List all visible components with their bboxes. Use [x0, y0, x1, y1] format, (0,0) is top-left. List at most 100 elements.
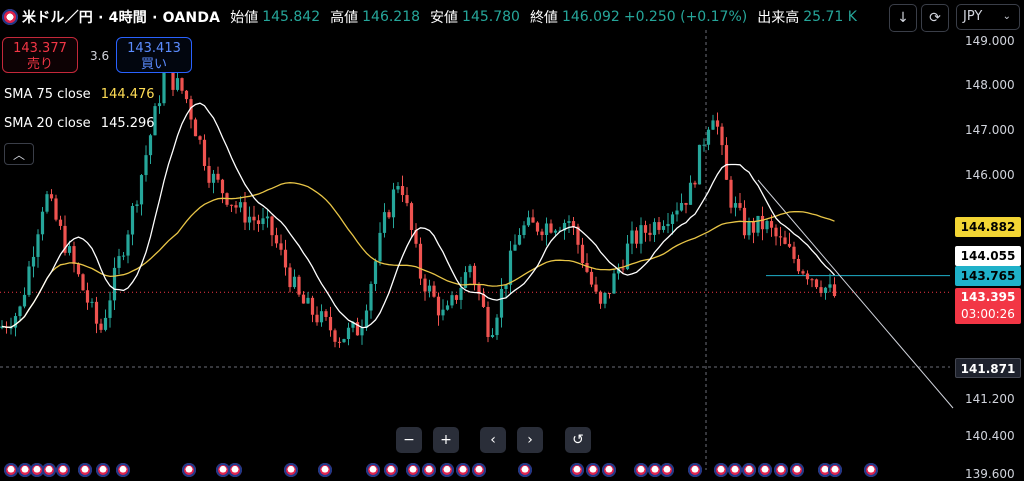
- zoom-out-button[interactable]: −: [396, 427, 422, 453]
- candle-body: [769, 221, 774, 228]
- high-value: 146.218: [362, 9, 421, 25]
- candle-body: [103, 317, 108, 330]
- candle-body: [58, 219, 63, 226]
- scroll-left-button[interactable]: ‹: [480, 427, 506, 453]
- candle-body: [805, 273, 810, 280]
- candle-body: [427, 285, 432, 292]
- symbol-title[interactable]: 米ドル／円 · 4時間 · OANDA: [22, 7, 220, 27]
- zoom-in-button[interactable]: +: [433, 427, 459, 453]
- economic-event-icon[interactable]: [366, 463, 380, 477]
- sell-price: 143.377: [13, 41, 67, 56]
- candle-body: [216, 173, 220, 180]
- candle-body: [405, 195, 409, 204]
- candle-body: [544, 223, 549, 236]
- candle-body: [247, 216, 252, 223]
- candle-body: [31, 256, 36, 267]
- economic-event-icon[interactable]: [634, 463, 648, 477]
- economic-event-icon[interactable]: [422, 463, 436, 477]
- candle-body: [495, 317, 499, 336]
- economic-event-icon[interactable]: [688, 463, 702, 477]
- download-button[interactable]: ↓: [889, 4, 917, 32]
- candle-body: [747, 221, 751, 236]
- candle-body: [279, 243, 283, 250]
- economic-event-icon[interactable]: [602, 463, 616, 477]
- economic-event-icon[interactable]: [758, 463, 772, 477]
- candle-body: [292, 276, 297, 288]
- candle-body: [783, 237, 787, 244]
- candle-body: [733, 203, 738, 208]
- candle-body: [121, 255, 126, 257]
- economic-event-icon[interactable]: [318, 463, 332, 477]
- economic-event-icon[interactable]: [406, 463, 420, 477]
- candle-body: [369, 283, 373, 311]
- candle-body: [675, 210, 679, 215]
- candle-body: [441, 309, 445, 316]
- sma75-value: 144.476: [100, 87, 155, 102]
- candle-body: [756, 215, 760, 233]
- economic-event-icon[interactable]: [742, 463, 756, 477]
- candle-body: [450, 295, 454, 306]
- sell-button[interactable]: 143.377 売り: [2, 37, 78, 73]
- economic-event-icon[interactable]: [56, 463, 70, 477]
- sma20-legend[interactable]: SMA 20 close 145.296: [4, 116, 155, 131]
- collapse-legend-button[interactable]: ︿: [4, 143, 34, 165]
- economic-event-icon[interactable]: [456, 463, 470, 477]
- candle-body: [382, 212, 387, 233]
- scroll-right-button[interactable]: ›: [517, 427, 543, 453]
- economic-event-icon[interactable]: [440, 463, 454, 477]
- economic-event-icon[interactable]: [42, 463, 56, 477]
- candle-body: [679, 202, 684, 211]
- candle-body: [72, 246, 76, 264]
- economic-event-icon[interactable]: [284, 463, 298, 477]
- refresh-button[interactable]: ⟳: [921, 4, 949, 32]
- economic-event-icon[interactable]: [570, 463, 584, 477]
- economic-event-icon[interactable]: [714, 463, 728, 477]
- crosshair-price-tag: 141.871: [955, 358, 1021, 378]
- economic-event-icon[interactable]: [472, 463, 486, 477]
- economic-event-icon[interactable]: [660, 463, 674, 477]
- economic-event-icon[interactable]: [116, 463, 130, 477]
- sma75-legend[interactable]: SMA 75 close 144.476: [4, 87, 155, 102]
- candle-body: [486, 306, 490, 337]
- volume-label: 出来高: [757, 10, 800, 26]
- candle-body: [832, 284, 837, 297]
- chevron-down-icon: ⌄: [1002, 11, 1011, 22]
- economic-event-icon[interactable]: [774, 463, 788, 477]
- economic-event-icon[interactable]: [4, 463, 18, 477]
- economic-event-icon[interactable]: [384, 463, 398, 477]
- economic-event-icon[interactable]: [228, 463, 242, 477]
- candle-body: [81, 274, 85, 291]
- candle-body: [639, 225, 643, 244]
- economic-event-icon[interactable]: [790, 463, 804, 477]
- buy-button[interactable]: 143.413 買い: [116, 37, 192, 73]
- candle-body: [99, 323, 103, 330]
- candle-body: [148, 135, 153, 156]
- candle-body: [666, 223, 670, 227]
- candle-body: [490, 335, 495, 337]
- economic-event-icon[interactable]: [518, 463, 532, 477]
- candle-body: [499, 288, 504, 318]
- candle-body: [787, 243, 792, 247]
- economic-event-icon[interactable]: [182, 463, 196, 477]
- candle-body: [828, 284, 832, 288]
- trend-line: [757, 179, 954, 409]
- candle-body: [54, 198, 58, 220]
- economic-event-icon[interactable]: [864, 463, 878, 477]
- economic-event-icon[interactable]: [586, 463, 600, 477]
- buy-price: 143.413: [127, 41, 181, 56]
- candle-body: [117, 256, 121, 268]
- zoom-in-icon: +: [440, 432, 452, 448]
- economic-event-icon[interactable]: [728, 463, 742, 477]
- candle-body: [90, 301, 94, 303]
- economic-event-icon[interactable]: [78, 463, 92, 477]
- high-label: 高値: [330, 10, 359, 26]
- currency-select[interactable]: JPY ⌄: [956, 4, 1020, 30]
- candle-body: [207, 165, 211, 183]
- economic-event-icon[interactable]: [96, 463, 110, 477]
- candle-body: [423, 278, 427, 292]
- candle-body: [18, 306, 22, 317]
- economic-event-icon[interactable]: [828, 463, 842, 477]
- reset-chart-button[interactable]: ↺: [565, 427, 591, 453]
- candle-body: [180, 78, 184, 91]
- candle-body: [630, 230, 634, 244]
